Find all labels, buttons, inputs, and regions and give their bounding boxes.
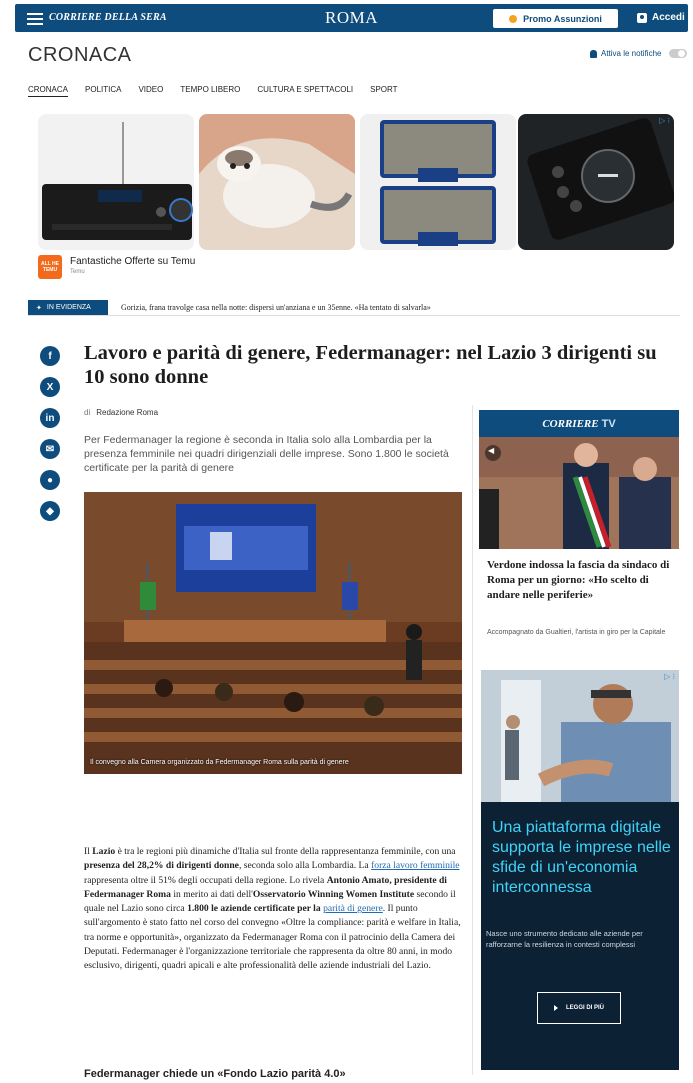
tv-video-thumbnail[interactable]: ◀ — [479, 437, 679, 549]
nav-item-cronaca[interactable]: CRONACA — [28, 85, 69, 97]
nav-item-politica[interactable]: POLITICA — [85, 85, 121, 97]
body-bold: Osservatorio Winning Women Institute — [252, 888, 415, 900]
login-label: Accedi — [652, 12, 685, 23]
nav-item-cultura[interactable]: CULTURA E SPETTACOLI — [257, 85, 353, 97]
ad-title[interactable]: Fantastiche Offerte su Temu — [70, 256, 195, 267]
ad-photo: ▷ ⁝ — [481, 670, 679, 802]
edition-title[interactable]: ROMA — [325, 8, 378, 28]
body-text: , seconda solo alla Lombardia. La — [238, 860, 372, 872]
article-subhead: Federmanager chiede un «Fondo Lazio pari… — [84, 1068, 346, 1080]
bell-icon — [590, 49, 597, 58]
email-icon[interactable]: ✉ — [40, 439, 60, 459]
tv-brand-suffix: TV — [601, 417, 616, 430]
article-summary: Per Federmanager la regione è seconda in… — [84, 434, 449, 474]
ad-image-amplifier[interactable] — [38, 114, 194, 250]
in-evidenza-bar: ✦ IN EVIDENZA Gorizia, frana travolge ca… — [28, 300, 680, 316]
ad-source: Temu — [70, 269, 85, 275]
notifications-label: Attiva le notifiche — [601, 49, 662, 58]
promo-label: Promo Assunzioni — [523, 13, 602, 24]
in-evidenza-link[interactable]: Gorizia, frana travolge casa nella notte… — [121, 303, 431, 312]
nav-item-tempo-libero[interactable]: TEMPO LIBERO — [180, 85, 240, 97]
body-link[interactable]: forza lavoro femminile — [371, 860, 459, 871]
temu-logo: ALL HE TEMU — [38, 255, 62, 279]
promo-button[interactable]: Promo Assunzioni — [493, 9, 618, 28]
share-column: f X in ✉ ● ◆ — [40, 346, 60, 521]
section-title: CRONACA — [28, 44, 132, 66]
ad-image-kitten[interactable] — [199, 114, 355, 250]
column-divider — [472, 405, 473, 1075]
in-evidenza-label: IN EVIDENZA — [46, 304, 91, 311]
login-button[interactable]: Accedi — [637, 12, 685, 23]
body-text: è tra le regioni più dinamiche d'Italia … — [115, 846, 456, 857]
section-nav: CRONACA POLITICA VIDEO TEMPO LIBERO CULT… — [28, 85, 398, 97]
ad-image-screws[interactable] — [360, 114, 516, 250]
ad-choices-icon[interactable]: ▷ ⁝ — [664, 672, 675, 681]
article-body: Il Lazio è tra le regioni più dinamiche … — [84, 845, 466, 974]
brand-logo[interactable]: CORRIERE DELLA SERA — [49, 12, 167, 23]
ad-headline[interactable]: Una piattaforma digitale supporta le imp… — [492, 818, 677, 898]
tv-brand: CORRIERE — [542, 417, 599, 430]
tv-subtitle: Accompagnato da Gualtieri, l'artista in … — [487, 629, 666, 636]
user-icon — [637, 12, 647, 23]
speaker-icon[interactable]: ◀ — [488, 446, 494, 455]
tv-title[interactable]: Verdone indossa la fascia da sindaco di … — [487, 558, 677, 603]
body-text: rappresenta oltre il 51% degli occupati … — [84, 874, 327, 886]
body-bold: presenza del 28,2% di dirigenti donne — [84, 860, 239, 872]
body-link[interactable]: parità di genere — [323, 903, 383, 914]
notifications-toggle[interactable]: Attiva le notifiche — [590, 49, 688, 58]
byline-prefix: di — [84, 408, 91, 417]
read-more-button[interactable]: LEGGI DI PIÙ — [537, 992, 621, 1024]
ad-description: Nasce uno strumento dedicato alle aziend… — [486, 929, 643, 949]
bookmark-icon[interactable]: ◆ — [40, 501, 60, 521]
read-more-label: LEGGI DI PIÙ — [565, 1005, 604, 1011]
linkedin-icon[interactable]: in — [40, 408, 60, 428]
article-headline: Lavoro e parità di genere, Federmanager:… — [84, 342, 657, 388]
corriere-tv-header[interactable]: CORRIERE TV — [479, 410, 679, 437]
image-caption: Il convegno alla Camera organizzato da F… — [90, 759, 349, 766]
facebook-icon[interactable]: f — [40, 346, 60, 366]
nav-item-video[interactable]: VIDEO — [138, 85, 163, 97]
menu-icon[interactable] — [27, 13, 43, 25]
sponsored-ad[interactable]: ▷ ⁝ ALL HE TEMU Fantastiche Offerte su T… — [38, 114, 678, 284]
hero-image: Il convegno alla Camera organizzato da F… — [84, 492, 462, 774]
pin-icon: ✦ — [36, 304, 42, 312]
right-sidebar-ad[interactable]: ▷ ⁝ Una piattaforma digitale supporta le… — [481, 670, 679, 1070]
top-bar: CORRIERE DELLA SERA ROMA Promo Assunzion… — [15, 4, 688, 32]
comment-icon[interactable]: ● — [40, 470, 60, 490]
body-bold: Lazio — [92, 846, 116, 857]
body-bold: 1.800 le aziende certificate per la — [187, 903, 321, 915]
author-name[interactable]: Redazione Roma — [96, 408, 158, 417]
ad-choices-icon[interactable]: ▷ ⁝ — [659, 116, 670, 125]
ad-image-watch[interactable]: ▷ ⁝ — [518, 114, 674, 250]
toggle-switch[interactable] — [669, 49, 688, 58]
promo-icon — [509, 14, 518, 23]
play-icon — [553, 1005, 558, 1011]
body-text: in merito ai dati dell' — [170, 888, 253, 900]
x-twitter-icon[interactable]: X — [40, 377, 60, 397]
byline: di Redazione Roma — [84, 408, 158, 417]
in-evidenza-tag: ✦ IN EVIDENZA — [28, 300, 108, 315]
nav-item-sport[interactable]: SPORT — [370, 85, 397, 97]
